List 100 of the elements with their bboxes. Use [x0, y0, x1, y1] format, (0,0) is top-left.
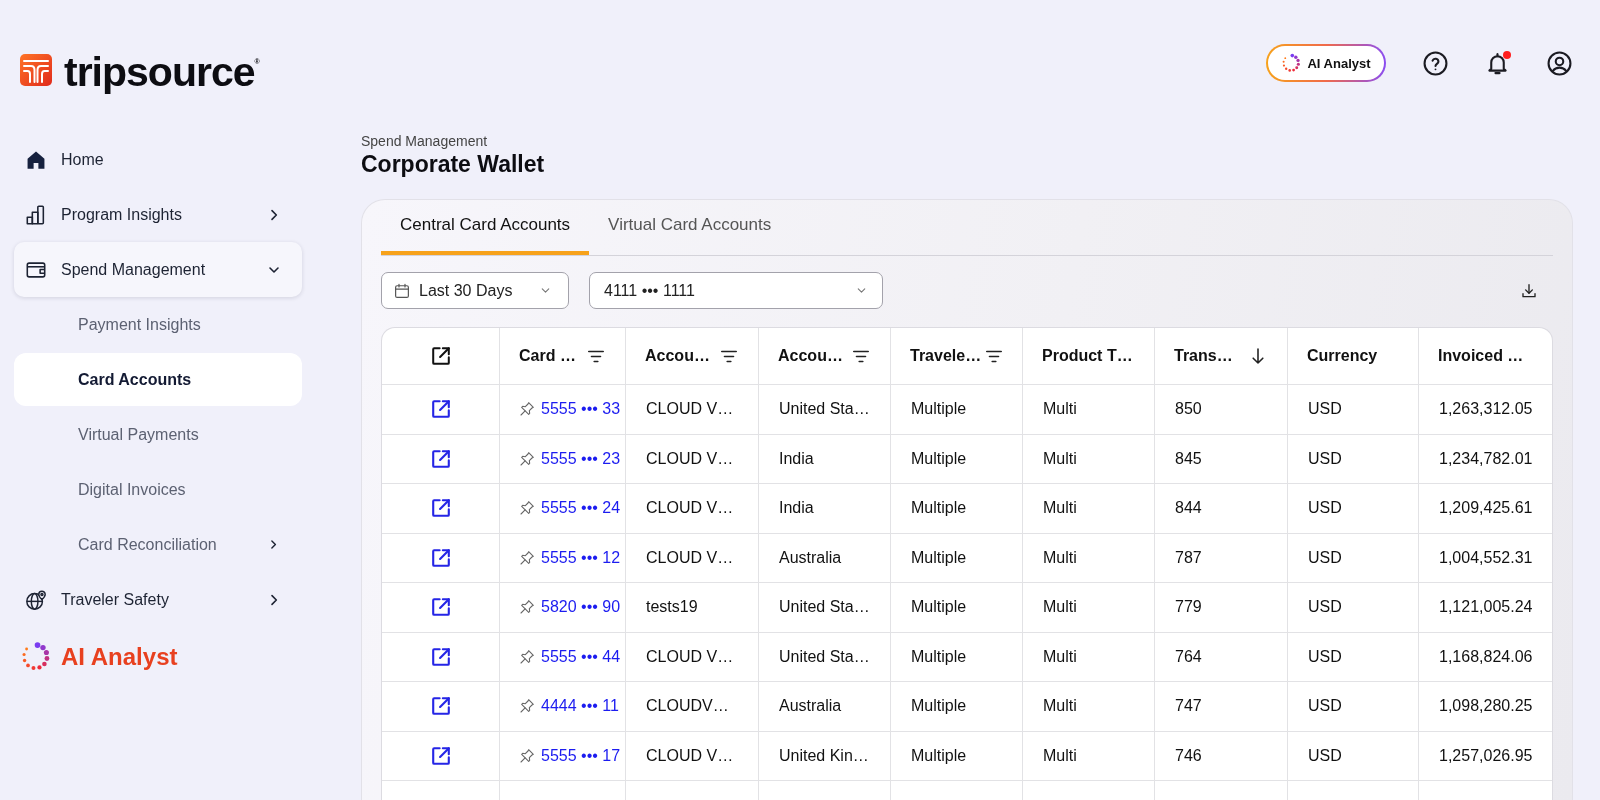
sidebar-subitem[interactable]: Digital Invoices: [14, 462, 302, 517]
column-header: Accou…: [645, 347, 710, 365]
tab[interactable]: Central Card Accounts: [381, 200, 590, 255]
table-cell: Multiple: [891, 533, 1023, 583]
external-link-icon[interactable]: [429, 744, 452, 767]
external-link-icon[interactable]: [429, 447, 452, 470]
help-icon[interactable]: [1423, 50, 1448, 76]
table-cell: 850: [1155, 385, 1288, 435]
table-cell: USD: [1288, 385, 1419, 435]
card-number-link[interactable]: 5555 ••• 17: [541, 746, 621, 765]
table-cell: CLOUD V…: [626, 385, 759, 435]
table-cell: 1,257,026.95: [1419, 731, 1552, 781]
sidebar-item[interactable]: Home: [14, 132, 302, 187]
card-number-link[interactable]: 5555 ••• 33: [541, 400, 621, 419]
breadcrumb: Spend Management: [361, 133, 488, 150]
filter-icon[interactable]: [985, 348, 1004, 364]
pin-icon[interactable]: [519, 500, 535, 517]
bell-icon[interactable]: [1485, 50, 1510, 76]
table-cell: Multiple: [891, 632, 1023, 682]
table-cell: Multi: [1023, 434, 1155, 484]
table-cell: United Sta…: [759, 385, 891, 435]
table-cell: Multiple: [891, 385, 1023, 435]
sidebar-subitem[interactable]: Payment Insights: [14, 297, 302, 352]
card-number-dropdown[interactable]: 4111 ••• 1111: [589, 272, 883, 309]
table-cell: Multi: [1023, 682, 1155, 732]
table-cell: CLOUD V…: [626, 632, 759, 682]
tab[interactable]: Virtual Card Accounts: [589, 200, 791, 255]
table-cell: Australia: [759, 533, 891, 583]
table-cell: USD: [1288, 583, 1419, 633]
column-header: Currency: [1307, 347, 1378, 365]
calendar-icon: [393, 281, 411, 300]
download-icon[interactable]: [1520, 281, 1538, 300]
bar-chart-icon: [25, 203, 47, 226]
table-cell: United Sta…: [759, 583, 891, 633]
table-cell: CLOUD V…: [626, 731, 759, 781]
sidebar-subitem[interactable]: Card Accounts: [14, 353, 302, 406]
external-link-icon[interactable]: [429, 345, 452, 367]
table-cell: India: [759, 434, 891, 484]
table-cell: Multi: [1023, 484, 1155, 534]
sidebar-item[interactable]: Program Insights: [14, 187, 302, 242]
sidebar-item[interactable]: Spend Management: [14, 242, 302, 297]
table-cell: 764: [1155, 632, 1288, 682]
table-cell: CLOUDV…: [626, 682, 759, 732]
external-link-icon[interactable]: [429, 398, 452, 421]
sidebar-subitem[interactable]: Virtual Payments: [14, 407, 302, 462]
card-number-link[interactable]: 5555 ••• 24: [541, 499, 621, 518]
card-number-link[interactable]: 5555 ••• 44: [541, 647, 621, 666]
table-cell: 1,234,782.01: [1419, 434, 1552, 484]
external-link-icon[interactable]: [429, 695, 452, 718]
date-range-dropdown[interactable]: Last 30 Days: [381, 272, 569, 309]
pin-icon[interactable]: [519, 401, 535, 418]
table-cell: Multi: [1023, 583, 1155, 633]
table-cell: Multiple: [891, 682, 1023, 732]
column-header: Accou…: [778, 347, 843, 365]
table-cell: 747: [1155, 682, 1288, 732]
ai-analyst-button[interactable]: AI Analyst: [1266, 44, 1386, 82]
table-cell: Multi: [1023, 385, 1155, 435]
dotted-ring-icon: [20, 641, 51, 672]
card-number-link[interactable]: 5820 ••• 90: [541, 598, 621, 617]
table-cell: 1,004,552.31: [1419, 533, 1552, 583]
sidebar-item[interactable]: Traveler Safety: [14, 572, 302, 627]
table-cell: 746: [1155, 731, 1288, 781]
table-cell: 1,121,005.24: [1419, 583, 1552, 633]
filter-icon[interactable]: [852, 348, 870, 364]
pin-icon[interactable]: [519, 599, 535, 616]
table-cell: USD: [1288, 533, 1419, 583]
pin-icon[interactable]: [519, 648, 535, 665]
page-title: Corporate Wallet: [361, 150, 545, 178]
logo-icon: [20, 54, 52, 86]
external-link-icon[interactable]: [429, 645, 452, 668]
account-icon[interactable]: [1547, 50, 1572, 76]
table-cell: 1,098,280.25: [1419, 682, 1552, 732]
external-link-icon[interactable]: [429, 546, 452, 569]
table-cell: United Kin…: [759, 731, 891, 781]
pin-icon[interactable]: [519, 747, 535, 764]
card-number-link[interactable]: 5555 ••• 12: [541, 548, 621, 567]
table-cell: Multi: [1023, 632, 1155, 682]
external-link-icon[interactable]: [429, 596, 452, 619]
card-number-link[interactable]: 5555 ••• 23: [541, 449, 621, 468]
filter-icon[interactable]: [587, 348, 605, 364]
sidebar-subitem[interactable]: Card Reconciliation: [14, 517, 302, 572]
table-cell: 787: [1155, 533, 1288, 583]
pin-icon[interactable]: [519, 450, 535, 467]
sort-descending-icon[interactable]: [1251, 347, 1265, 365]
table-cell: Australia: [759, 682, 891, 732]
table-cell: USD: [1288, 434, 1419, 484]
table-cell: USD: [1288, 632, 1419, 682]
pin-icon[interactable]: [519, 549, 535, 566]
external-link-icon[interactable]: [429, 497, 452, 520]
table-cell: 844: [1155, 484, 1288, 534]
filter-icon[interactable]: [720, 348, 738, 364]
column-header: Trans…: [1174, 347, 1233, 365]
table-cell: tests19: [626, 583, 759, 633]
ai-analyst-link[interactable]: AI Analyst: [14, 641, 178, 672]
table-cell: 1,209,425.61: [1419, 484, 1552, 534]
card-number-link[interactable]: 4444 ••• 11: [541, 697, 619, 716]
table-cell: 779: [1155, 583, 1288, 633]
table-cell: USD: [1288, 484, 1419, 534]
pin-icon[interactable]: [519, 698, 535, 715]
dotted-ring-icon: [1281, 53, 1302, 73]
